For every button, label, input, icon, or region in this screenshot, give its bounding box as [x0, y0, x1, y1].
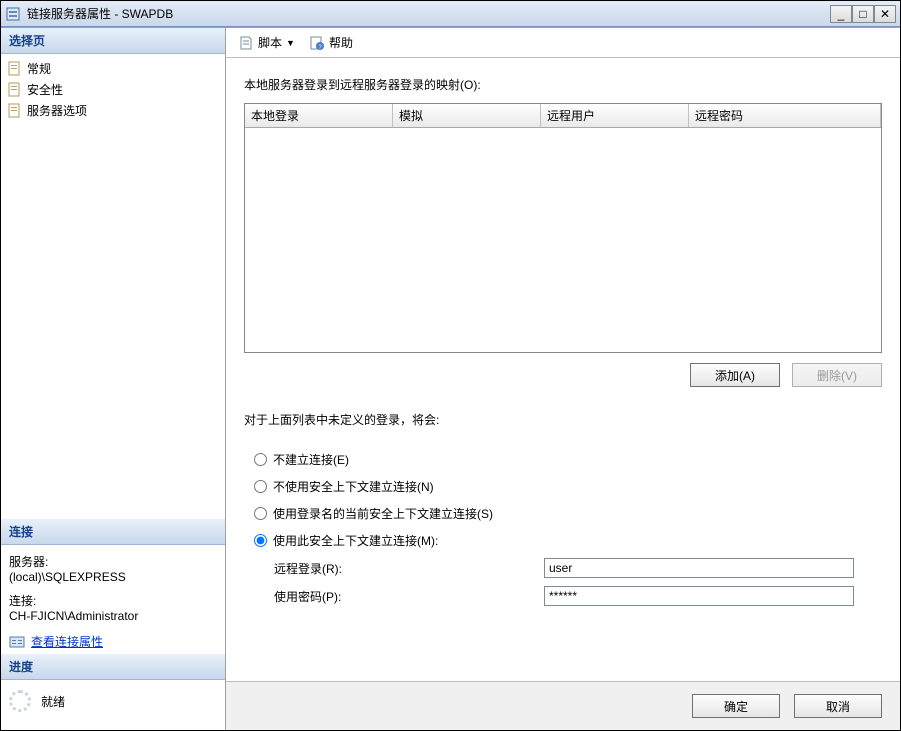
app-icon	[5, 6, 21, 22]
password-input[interactable]	[544, 586, 854, 606]
add-button[interactable]: 添加(A)	[690, 363, 780, 387]
select-page-header: 选择页	[1, 28, 225, 54]
radio-label: 不使用安全上下文建立连接(N)	[273, 478, 434, 495]
login-mapping-grid[interactable]: 本地登录 模拟 远程用户 远程密码	[244, 103, 882, 353]
script-label: 脚本	[258, 34, 282, 51]
titlebar: 链接服务器属性 - SWAPDB _ □ ✕	[1, 1, 900, 27]
script-button[interactable]: 脚本 ▼	[234, 32, 299, 53]
left-panel: 选择页 常规 安全性 服务器选项 连接 服务器: (local	[1, 28, 226, 730]
connection-section: 服务器: (local)\SQLEXPRESS 连接: CH-FJICN\Adm…	[1, 545, 225, 654]
nav-item-server-options[interactable]: 服务器选项	[7, 100, 219, 121]
radio-not-made-input[interactable]	[254, 453, 267, 466]
connection-header: 连接	[1, 519, 225, 545]
remove-button: 删除(V)	[792, 363, 882, 387]
help-button[interactable]: ? 帮助	[305, 32, 357, 53]
grid-body[interactable]	[245, 128, 881, 352]
remote-login-input[interactable]	[544, 558, 854, 578]
page-icon	[7, 103, 23, 119]
nav-list: 常规 安全性 服务器选项	[1, 54, 225, 125]
nav-label: 安全性	[27, 81, 63, 98]
view-conn-link[interactable]: 查看连接属性	[31, 633, 103, 650]
col-remote-user: 远程用户	[541, 104, 689, 127]
password-row: 使用密码(P):	[244, 582, 882, 610]
main-area: 本地服务器登录到远程服务器登录的映射(O): 本地登录 模拟 远程用户 远程密码…	[226, 58, 900, 681]
radio-no-sec-input[interactable]	[254, 480, 267, 493]
dialog-footer: 确定 取消	[226, 681, 900, 730]
cancel-button[interactable]: 取消	[794, 694, 882, 718]
right-panel: 脚本 ▼ ? 帮助 本地服务器登录到远程服务器登录的映射(O): 本地登录 模拟…	[226, 28, 900, 730]
view-connection-properties[interactable]: 查看连接属性	[9, 633, 217, 650]
grid-header-row: 本地登录 模拟 远程用户 远程密码	[245, 104, 881, 128]
conn-label: 连接:	[9, 592, 217, 609]
security-radio-group: 不建立连接(E) 不使用安全上下文建立连接(N) 使用登录名的当前安全上下文建立…	[244, 446, 882, 610]
minimize-button[interactable]: _	[830, 5, 852, 23]
radio-this-sec-context[interactable]: 使用此安全上下文建立连接(M):	[244, 527, 882, 554]
help-label: 帮助	[329, 34, 353, 51]
radio-label: 使用登录名的当前安全上下文建立连接(S)	[273, 505, 493, 522]
radio-not-made[interactable]: 不建立连接(E)	[244, 446, 882, 473]
progress-section: 就绪	[1, 680, 225, 730]
maximize-button[interactable]: □	[852, 5, 874, 23]
radio-current-sec-input[interactable]	[254, 507, 267, 520]
col-remote-password: 远程密码	[689, 104, 881, 127]
ok-button[interactable]: 确定	[692, 694, 780, 718]
page-icon	[7, 61, 23, 77]
radio-no-sec-context[interactable]: 不使用安全上下文建立连接(N)	[244, 473, 882, 500]
nav-label: 服务器选项	[27, 102, 87, 119]
radio-label: 不建立连接(E)	[273, 451, 349, 468]
server-value: (local)\SQLEXPRESS	[9, 570, 217, 584]
script-icon	[238, 35, 254, 51]
grid-buttons: 添加(A) 删除(V)	[244, 363, 882, 387]
dialog-window: 链接服务器属性 - SWAPDB _ □ ✕ 选择页 常规 安全性 服务器选	[0, 0, 901, 731]
undefined-logins-label: 对于上面列表中未定义的登录，将会:	[244, 411, 882, 428]
toolbar: 脚本 ▼ ? 帮助	[226, 28, 900, 58]
radio-this-sec-input[interactable]	[254, 534, 267, 547]
conn-value: CH-FJICN\Administrator	[9, 609, 217, 623]
page-icon	[7, 82, 23, 98]
mapping-label: 本地服务器登录到远程服务器登录的映射(O):	[244, 76, 882, 93]
nav-item-security[interactable]: 安全性	[7, 79, 219, 100]
col-impersonate: 模拟	[393, 104, 541, 127]
window-buttons: _ □ ✕	[830, 5, 896, 23]
content-area: 选择页 常规 安全性 服务器选项 连接 服务器: (local	[1, 27, 900, 730]
nav-item-general[interactable]: 常规	[7, 58, 219, 79]
properties-icon	[9, 634, 25, 650]
close-button[interactable]: ✕	[874, 5, 896, 23]
nav-label: 常规	[27, 60, 51, 77]
window-title: 链接服务器属性 - SWAPDB	[27, 5, 830, 22]
password-label: 使用密码(P):	[274, 588, 544, 605]
help-icon: ?	[309, 35, 325, 51]
remote-login-row: 远程登录(R):	[244, 554, 882, 582]
server-label: 服务器:	[9, 553, 217, 570]
dropdown-arrow-icon: ▼	[286, 38, 295, 48]
remote-login-label: 远程登录(R):	[274, 560, 544, 577]
radio-current-sec-context[interactable]: 使用登录名的当前安全上下文建立连接(S)	[244, 500, 882, 527]
spinner-icon	[9, 690, 31, 712]
progress-header: 进度	[1, 654, 225, 680]
status-ready: 就绪	[41, 693, 65, 710]
col-local-login: 本地登录	[245, 104, 393, 127]
radio-label: 使用此安全上下文建立连接(M):	[273, 532, 438, 549]
